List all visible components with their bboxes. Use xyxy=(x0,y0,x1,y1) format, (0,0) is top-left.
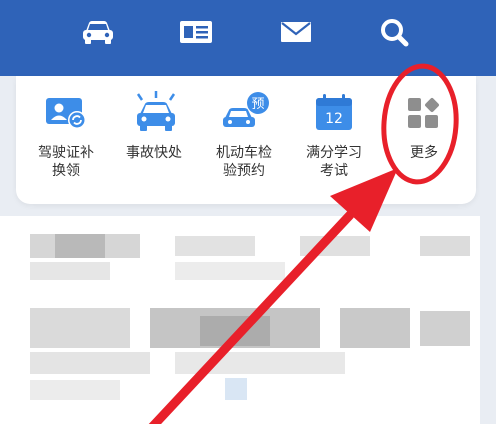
accident-icon xyxy=(132,90,176,134)
blurred-block xyxy=(175,262,285,280)
menu-item-license-renew[interactable]: 驾驶证补 换领 xyxy=(24,84,108,194)
vehicle-inspection-icon: 预 xyxy=(222,90,269,134)
blurred-block xyxy=(175,236,255,256)
blurred-block xyxy=(30,380,120,400)
badge-yu: 预 xyxy=(251,97,264,112)
service-menu-card: 驾驶证补 换领 事故快处 预 机动车检 验预约 12 满分学习 考试 更多 xyxy=(16,76,476,204)
blurred-block xyxy=(340,308,410,348)
id-card-icon[interactable] xyxy=(176,14,216,50)
menu-label-vehicle-inspection: 机动车检 验预约 xyxy=(216,145,272,179)
blurred-block xyxy=(225,378,247,400)
blurred-block xyxy=(420,236,470,256)
blurred-block xyxy=(30,262,110,280)
blurred-content-card xyxy=(0,216,480,424)
search-icon[interactable] xyxy=(374,14,414,50)
menu-item-more[interactable]: 更多 xyxy=(382,84,466,194)
mail-icon[interactable] xyxy=(276,14,316,50)
blurred-block xyxy=(175,352,345,374)
menu-label-accident: 事故快处 xyxy=(126,145,182,161)
blurred-block xyxy=(420,311,470,346)
menu-label-license-renew: 驾驶证补 换领 xyxy=(38,145,94,179)
license-renew-icon xyxy=(44,90,88,134)
menu-label-study-exam: 满分学习 考试 xyxy=(306,145,362,179)
car-icon[interactable] xyxy=(78,14,118,50)
blurred-block xyxy=(55,234,105,258)
menu-label-more: 更多 xyxy=(410,145,438,161)
study-exam-icon: 12 xyxy=(312,90,356,134)
blurred-block xyxy=(300,236,370,256)
menu-item-accident[interactable]: 事故快处 xyxy=(112,84,196,194)
blurred-block xyxy=(200,316,270,346)
menu-item-vehicle-inspection[interactable]: 预 机动车检 验预约 xyxy=(202,84,286,194)
top-nav-bar xyxy=(0,0,496,76)
blurred-block xyxy=(30,352,150,374)
menu-item-study-exam[interactable]: 12 满分学习 考试 xyxy=(292,84,376,194)
blurred-block xyxy=(30,308,130,348)
badge-12: 12 xyxy=(325,111,343,127)
more-icon xyxy=(402,90,446,134)
